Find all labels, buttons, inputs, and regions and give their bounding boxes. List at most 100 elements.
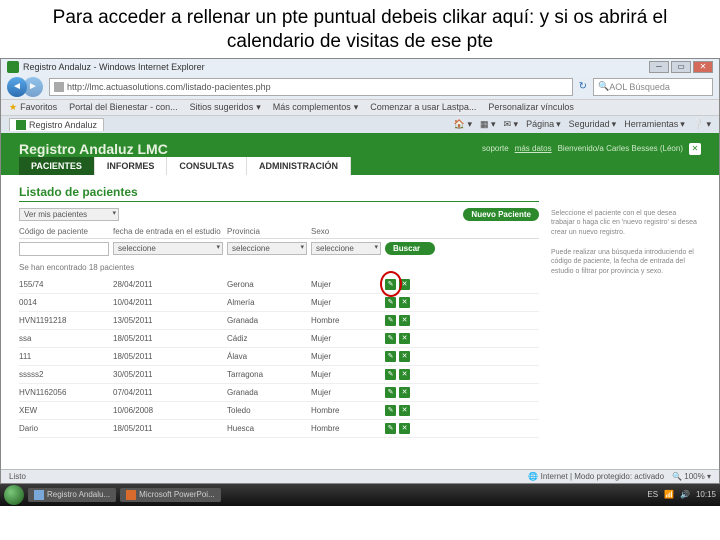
edit-button[interactable]: ✎ (385, 387, 396, 398)
cell-prov: Huesca (227, 424, 307, 433)
tool-security[interactable]: Seguridad ▾ (569, 119, 617, 130)
browser-tab[interactable]: Registro Andaluz (9, 118, 104, 131)
filter-mine[interactable]: Ver mis pacientes (19, 208, 119, 221)
filter-inputs: seleccione seleccione seleccione Buscar (19, 239, 539, 259)
tab-consultas[interactable]: CONSULTAS (167, 157, 247, 175)
delete-button[interactable]: ✕ (399, 405, 410, 416)
minimize-button[interactable]: ─ (649, 61, 669, 73)
result-count: Se han encontrado 18 pacientes (19, 263, 539, 272)
tray-network-icon[interactable]: 📶 (664, 490, 674, 499)
search-button[interactable]: Buscar (385, 242, 435, 255)
edit-button[interactable]: ✎ (385, 333, 396, 344)
star-icon: ★ (9, 102, 17, 113)
tool-home[interactable]: 🏠 ▾ (454, 119, 472, 130)
status-bar: Listo 🌐 Internet | Modo protegido: activ… (1, 469, 719, 483)
ie-icon (34, 490, 44, 500)
new-patient-button[interactable]: Nuevo Paciente (463, 208, 539, 221)
fav-personalize[interactable]: Personalizar vínculos (488, 102, 574, 113)
column-headers: Código de paciente fecha de entrada en e… (19, 225, 539, 239)
table-row: XEW10/06/2008ToledoHombre✎✕ (19, 402, 539, 420)
help-text-2: Puede realizar una búsqueda introduciend… (551, 248, 701, 277)
delete-button[interactable]: ✕ (399, 279, 410, 290)
delete-button[interactable]: ✕ (399, 351, 410, 362)
edit-button[interactable]: ✎ (385, 423, 396, 434)
date-select[interactable]: seleccione (113, 242, 223, 255)
cell-sex: Hombre (311, 316, 381, 325)
edit-button[interactable]: ✎ (385, 405, 396, 416)
table-row: 155/7428/04/2011GeronaMujer✎✕ (19, 276, 539, 294)
tool-tools[interactable]: Herramientas ▾ (624, 119, 685, 130)
cell-date: 18/05/2011 (113, 352, 223, 361)
ppt-icon (126, 490, 136, 500)
favorites-bar: ★Favoritos Portal del Bienestar - con...… (1, 99, 719, 115)
row-actions: ✎✕ (385, 351, 435, 362)
cell-prov: Álava (227, 352, 307, 361)
cell-sex: Mujer (311, 352, 381, 361)
address-bar[interactable]: http://lmc.actuasolutions.com/listado-pa… (49, 78, 573, 96)
prov-select[interactable]: seleccione (227, 242, 307, 255)
edit-button[interactable]: ✎ (385, 369, 396, 380)
row-actions: ✎✕ (385, 333, 435, 344)
fav-portal[interactable]: Portal del Bienestar - con... (69, 102, 178, 113)
tray-time[interactable]: 10:15 (696, 490, 716, 499)
refresh-button[interactable]: ↻ (579, 81, 587, 92)
tool-help[interactable]: ❔ ▾ (693, 119, 711, 130)
tab-pacientes[interactable]: PACIENTES (19, 157, 95, 175)
delete-button[interactable]: ✕ (399, 423, 410, 434)
more-link[interactable]: más datos (515, 144, 552, 153)
maximize-button[interactable]: ▭ (671, 61, 691, 73)
edit-button[interactable]: ✎ (385, 279, 396, 290)
edit-button[interactable]: ✎ (385, 297, 396, 308)
fav-share[interactable]: Comenzar a usar Lastpa... (370, 102, 476, 113)
taskbar: Registro Andalu... Microsoft PowerPoi...… (0, 484, 720, 506)
delete-button[interactable]: ✕ (399, 297, 410, 308)
cell-prov: Granada (227, 388, 307, 397)
tab-administracion[interactable]: ADMINISTRACIÓN (247, 157, 351, 175)
table-row: 111 18/05/2011 Álava Mujer ✎✕ (19, 348, 539, 366)
cell-date: 10/04/2011 (113, 298, 223, 307)
row-actions: ✎✕ (385, 315, 435, 326)
tab-informes[interactable]: INFORMES (95, 157, 168, 175)
favorites-menu[interactable]: ★Favoritos (9, 102, 57, 113)
cell-code: ssa (19, 334, 109, 343)
tool-feed[interactable]: ▦ ▾ (480, 119, 496, 130)
fav-more[interactable]: Más complementos ▾ (273, 102, 359, 113)
status-zoom[interactable]: 🔍 100% ▾ (672, 472, 711, 481)
cell-code: 0014 (19, 298, 109, 307)
edit-button[interactable]: ✎ (385, 351, 396, 362)
task-browser[interactable]: Registro Andalu... (28, 488, 116, 502)
start-button[interactable] (4, 485, 24, 505)
support-link[interactable]: soporte (482, 144, 509, 153)
task-powerpoint[interactable]: Microsoft PowerPoi... (120, 488, 221, 502)
browser-window: Registro Andaluz - Windows Internet Expl… (0, 58, 720, 484)
cell-prov: Granada (227, 316, 307, 325)
cell-code: 155/74 (19, 280, 109, 289)
cell-date: 30/05/2011 (113, 370, 223, 379)
code-input[interactable] (19, 242, 109, 256)
tray-sound-icon[interactable]: 🔊 (680, 490, 690, 499)
lock-icon (54, 82, 64, 92)
cell-date: 07/04/2011 (113, 388, 223, 397)
delete-button[interactable]: ✕ (399, 315, 410, 326)
tool-mail[interactable]: ✉ ▾ (504, 119, 519, 130)
cell-sex: Hombre (311, 424, 381, 433)
tool-page[interactable]: Página ▾ (526, 119, 561, 130)
help-text-1: Seleccione el paciente con el que desea … (551, 209, 701, 238)
close-button[interactable]: ✕ (693, 61, 713, 73)
edit-button[interactable]: ✎ (385, 315, 396, 326)
forward-button[interactable]: ► (23, 77, 43, 97)
delete-button[interactable]: ✕ (399, 333, 410, 344)
fav-suggested[interactable]: Sitios sugeridos ▾ (190, 102, 261, 113)
delete-button[interactable]: ✕ (399, 387, 410, 398)
delete-button[interactable]: ✕ (399, 369, 410, 380)
cell-date: 10/06/2008 (113, 406, 223, 415)
browser-search[interactable]: 🔍 AOL Búsqueda (593, 78, 713, 96)
cell-code: XEW (19, 406, 109, 415)
section-title: Listado de pacientes (19, 185, 539, 202)
cell-code: 111 (19, 352, 109, 361)
tray-lang[interactable]: ES (647, 490, 658, 499)
col-sex: Sexo (311, 227, 381, 236)
sex-select[interactable]: seleccione (311, 242, 381, 255)
main-column: Listado de pacientes Ver mis pacientes N… (19, 185, 539, 438)
logout-button[interactable]: ✕ (689, 143, 701, 155)
